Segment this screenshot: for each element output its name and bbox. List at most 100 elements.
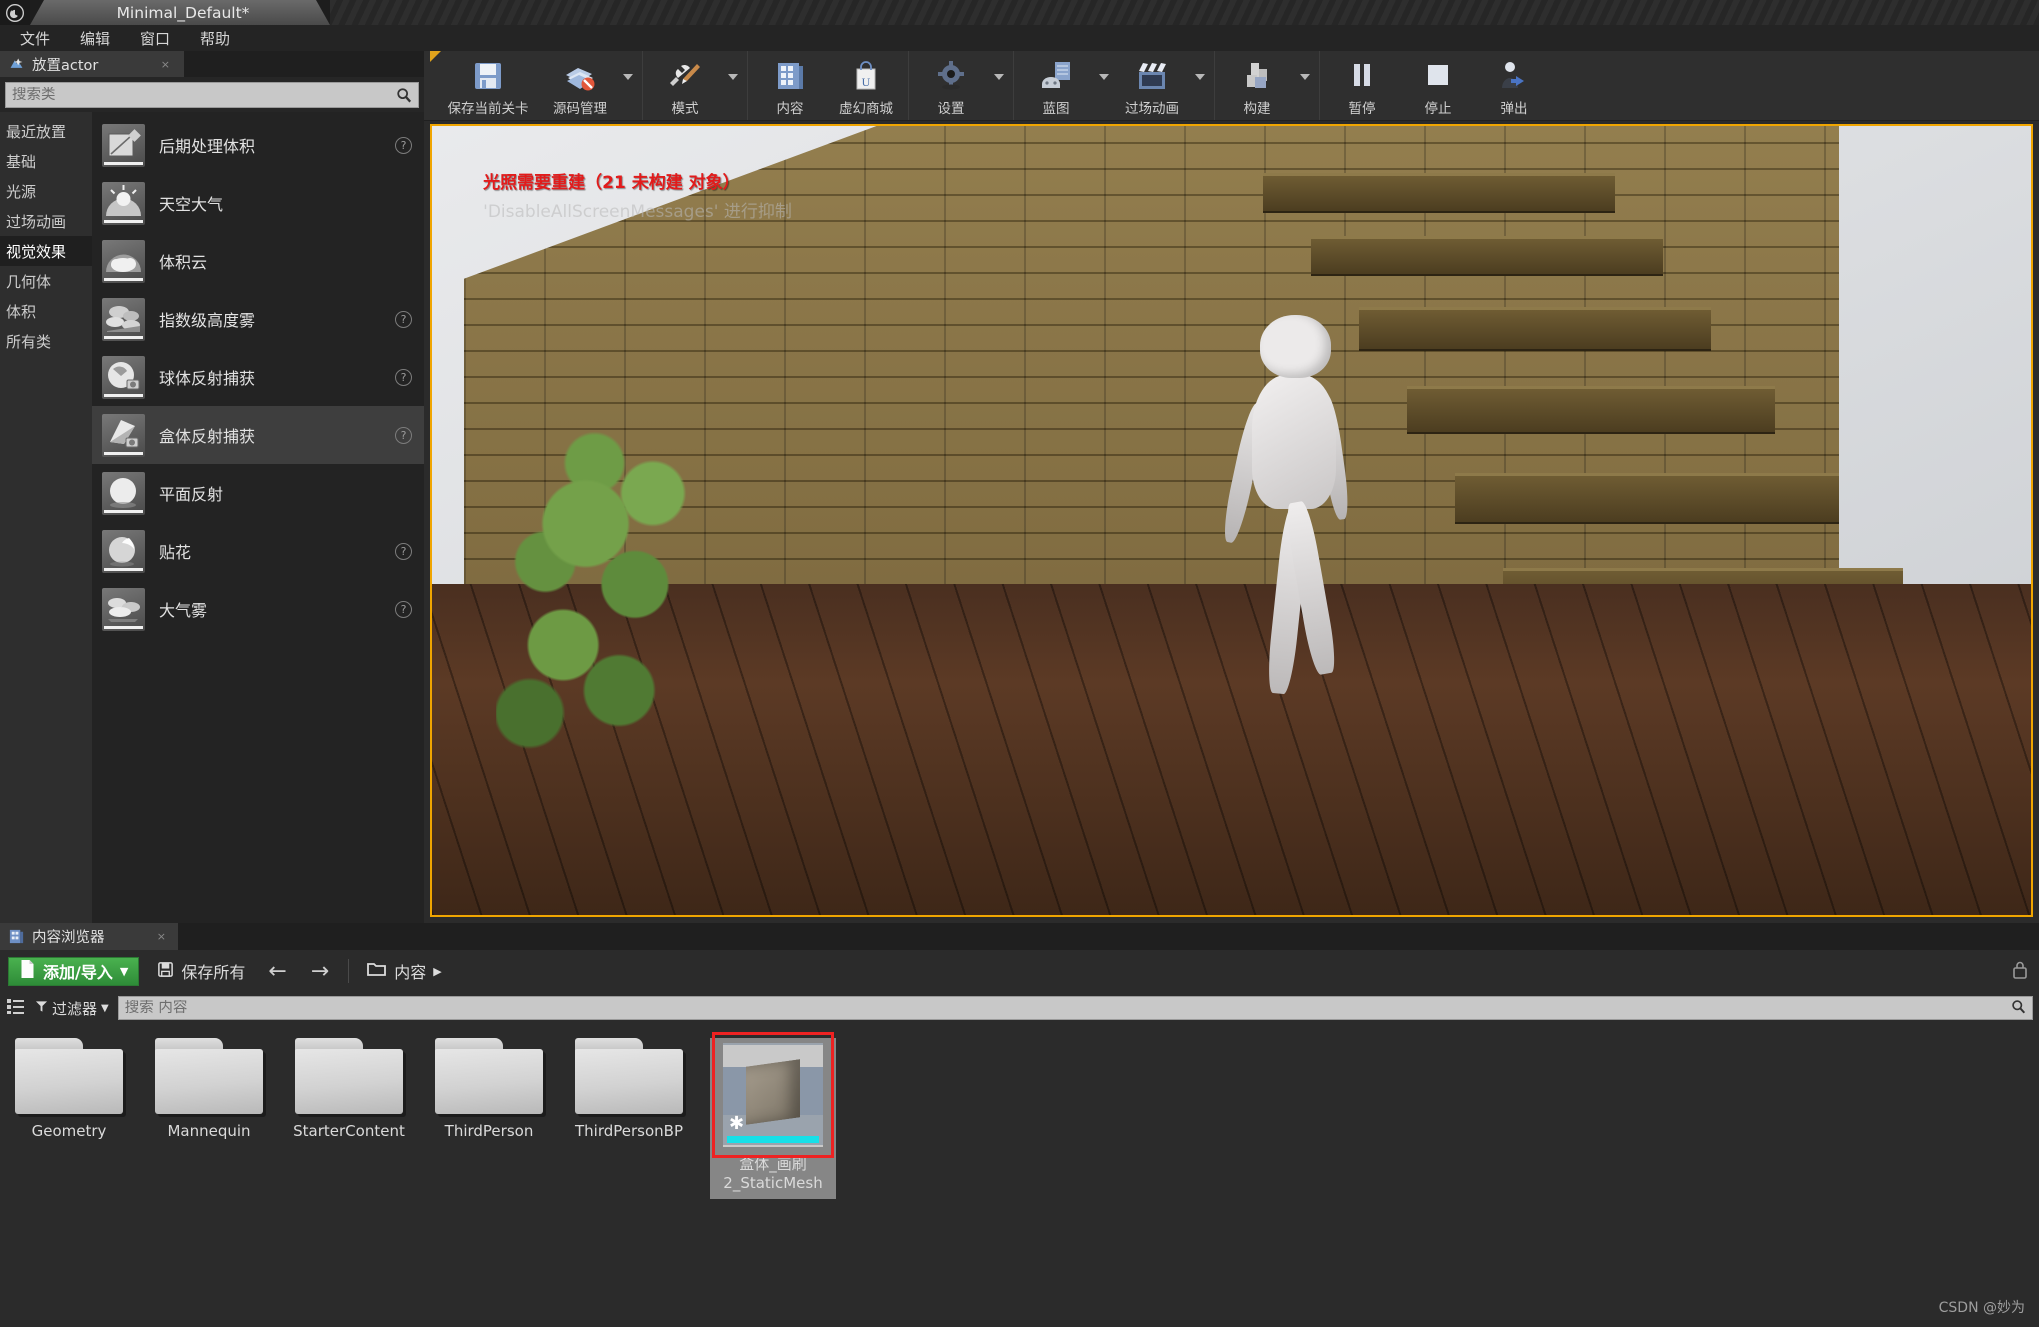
unreal-engine-logo-icon[interactable] bbox=[0, 0, 30, 25]
actor-item-planar-reflection[interactable]: 平面反射 bbox=[92, 464, 424, 522]
category-visual-effects[interactable]: 视觉效果 bbox=[0, 236, 92, 266]
actor-item-decal[interactable]: 贴花 ? bbox=[92, 522, 424, 580]
source-control-dropdown-icon[interactable] bbox=[618, 51, 638, 120]
asset-folder-mannequin[interactable]: Mannequin bbox=[150, 1038, 268, 1141]
filter-button[interactable]: 过滤器 ▼ bbox=[35, 998, 109, 1019]
tab-close-icon[interactable]: × bbox=[161, 58, 170, 71]
help-icon[interactable]: ? bbox=[395, 310, 412, 328]
category-volumes[interactable]: 体积 bbox=[0, 296, 92, 326]
asset-folder-thirdpersonbp[interactable]: ThirdPersonBP bbox=[570, 1038, 688, 1141]
forward-button[interactable]: → bbox=[306, 959, 334, 984]
category-all-classes[interactable]: 所有类 bbox=[0, 326, 92, 356]
actor-item-label: 后期处理体积 bbox=[159, 137, 256, 156]
place-actors-panel: 放置actor × 最近放置 基础 光源 过场动画 视觉效果 几何体 体积 bbox=[0, 51, 424, 923]
main-row: 放置actor × 最近放置 基础 光源 过场动画 视觉效果 几何体 体积 bbox=[0, 51, 2039, 923]
watermark: CSDN @妙为 bbox=[1938, 1300, 2025, 1316]
settings-button[interactable]: 设置 bbox=[913, 51, 989, 120]
content-button[interactable]: 内容 bbox=[752, 51, 828, 120]
actor-item-sphere-reflection-capture[interactable]: 球体反射捕获 ? bbox=[92, 348, 424, 406]
add-import-button[interactable]: 添加/导入 ▼ bbox=[8, 956, 140, 986]
asset-folder-startercontent[interactable]: StarterContent bbox=[290, 1038, 408, 1141]
tab-close-icon[interactable]: × bbox=[157, 930, 166, 943]
search-class-input[interactable] bbox=[12, 87, 396, 103]
category-cinematic[interactable]: 过场动画 bbox=[0, 206, 92, 236]
box-reflection-capture-icon bbox=[102, 413, 145, 457]
build-dropdown-icon[interactable] bbox=[1295, 51, 1315, 120]
actor-item-box-reflection-capture[interactable]: 盒体反射捕获 ? bbox=[92, 406, 424, 464]
lighting-warning-line2: 'DisableAllScreenMessages' 进行抑制 bbox=[483, 201, 792, 222]
actor-item-atmospheric-fog[interactable]: 大气雾 ? bbox=[92, 580, 424, 638]
marketplace-button[interactable]: U 虚幻商城 bbox=[828, 51, 904, 120]
search-class-box[interactable] bbox=[5, 82, 419, 108]
tab-place-actors[interactable]: 放置actor × bbox=[0, 51, 184, 77]
actor-item-volumetric-cloud[interactable]: 体积云 bbox=[92, 232, 424, 290]
lock-icon[interactable] bbox=[2011, 960, 2031, 982]
menu-file[interactable]: 文件 bbox=[6, 26, 64, 51]
save-current-level-label: 保存当前关卡 bbox=[447, 101, 529, 117]
actor-item-exponential-height-fog[interactable]: 指数级高度雾 ? bbox=[92, 290, 424, 348]
category-basic[interactable]: 基础 bbox=[0, 146, 92, 176]
category-recently-placed[interactable]: 最近放置 bbox=[0, 116, 92, 146]
filter-label: 过滤器 bbox=[52, 999, 98, 1018]
help-icon[interactable]: ? bbox=[395, 136, 412, 154]
sky-atmosphere-icon bbox=[102, 181, 145, 225]
source-control-button[interactable]: 源码管理 bbox=[542, 51, 618, 120]
asset-folder-geometry[interactable]: Geometry bbox=[10, 1038, 128, 1141]
settings-dropdown-icon[interactable] bbox=[989, 51, 1009, 120]
view-options-icon[interactable] bbox=[6, 997, 26, 1019]
level-viewport[interactable]: 光照需要重建（21 未构建 对象） 'DisableAllScreenMessa… bbox=[430, 124, 2033, 917]
build-button[interactable]: 构建 bbox=[1219, 51, 1295, 120]
asset-folder-thirdperson[interactable]: ThirdPerson bbox=[430, 1038, 548, 1141]
content-search-box[interactable] bbox=[117, 996, 2033, 1020]
asset-label: Geometry bbox=[31, 1122, 107, 1140]
modes-dropdown-icon[interactable] bbox=[723, 51, 743, 120]
modes-button[interactable]: 模式 bbox=[647, 51, 723, 120]
menu-window[interactable]: 窗口 bbox=[126, 26, 184, 51]
breadcrumb-content[interactable]: 内容 ▶ bbox=[363, 956, 445, 986]
category-geometry[interactable]: 几何体 bbox=[0, 266, 92, 296]
help-icon[interactable]: ? bbox=[395, 426, 412, 444]
help-icon[interactable]: ? bbox=[395, 600, 412, 618]
save-current-level-button[interactable]: 保存当前关卡 bbox=[434, 51, 542, 120]
eject-button[interactable]: 弹出 bbox=[1476, 51, 1552, 120]
save-all-button[interactable]: 保存所有 bbox=[153, 956, 249, 986]
title-bar: Minimal_Default* bbox=[0, 0, 2039, 25]
viewport-stair-step bbox=[1407, 386, 1776, 434]
content-search-input[interactable] bbox=[124, 1000, 2011, 1016]
blueprints-dropdown-icon[interactable] bbox=[1094, 51, 1114, 120]
help-icon[interactable]: ? bbox=[395, 542, 412, 560]
back-button[interactable]: ← bbox=[263, 959, 291, 984]
menu-edit[interactable]: 编辑 bbox=[66, 26, 124, 51]
asset-staticmesh-box-brush2[interactable]: ✱ 盒体_画刷2_StaticMesh bbox=[710, 1032, 836, 1199]
modified-star-icon: ✱ bbox=[729, 1113, 745, 1134]
cinematics-button[interactable]: 过场动画 bbox=[1114, 51, 1190, 120]
category-lights[interactable]: 光源 bbox=[0, 176, 92, 206]
cinematics-dropdown-icon[interactable] bbox=[1190, 51, 1210, 120]
exponential-height-fog-icon bbox=[102, 297, 145, 341]
viewport-mannequin-actor[interactable] bbox=[1219, 315, 1360, 710]
chevron-right-icon[interactable]: ▶ bbox=[433, 965, 441, 978]
tab-content-browser[interactable]: 内容浏览器 × bbox=[0, 923, 178, 950]
asset-label: 盒体_画刷2_StaticMesh bbox=[723, 1155, 823, 1192]
folder-icon bbox=[575, 1038, 683, 1114]
stop-icon bbox=[1423, 57, 1453, 95]
actor-item-post-process-volume[interactable]: 后期处理体积 ? bbox=[92, 116, 424, 174]
actor-item-label: 贴花 bbox=[159, 543, 192, 562]
save-level-icon bbox=[471, 57, 505, 95]
pause-button[interactable]: 暂停 bbox=[1324, 51, 1400, 120]
marketplace-label: 虚幻商城 bbox=[839, 101, 893, 117]
tab-content-browser-label: 内容浏览器 bbox=[32, 930, 105, 946]
stop-button[interactable]: 停止 bbox=[1400, 51, 1476, 120]
toolbar-group-content: 内容 U 虚幻商城 bbox=[748, 51, 909, 120]
project-tab[interactable]: Minimal_Default* bbox=[30, 0, 330, 25]
help-icon[interactable]: ? bbox=[395, 368, 412, 386]
toolbar-group-blueprints: 蓝图 过场动画 bbox=[1014, 51, 1215, 120]
actor-item-label: 球体反射捕获 bbox=[159, 369, 256, 388]
content-icon bbox=[773, 57, 807, 95]
place-actors-body: 最近放置 基础 光源 过场动画 视觉效果 几何体 体积 所有类 后期处理体积 ? bbox=[0, 112, 424, 923]
blueprints-button[interactable]: 蓝图 bbox=[1018, 51, 1094, 120]
actor-item-sky-atmosphere[interactable]: 天空大气 bbox=[92, 174, 424, 232]
settings-gear-icon bbox=[934, 57, 968, 95]
post-process-volume-icon bbox=[102, 123, 145, 167]
menu-help[interactable]: 帮助 bbox=[186, 26, 244, 51]
